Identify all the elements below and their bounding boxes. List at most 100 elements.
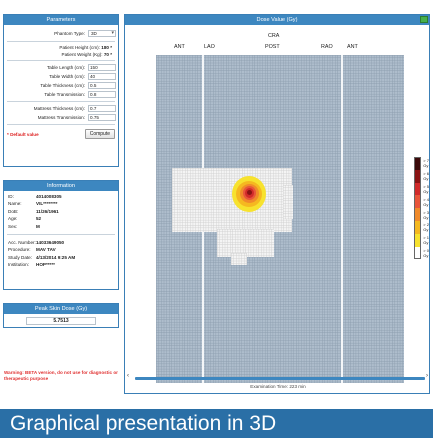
legend-label: > 1 Gy	[423, 235, 429, 246]
legend-item: > 2 Gy	[414, 220, 431, 234]
divider	[7, 234, 115, 236]
table-width-row: Table Width (cm): 40	[4, 72, 118, 81]
parameters-footer: * Default value Compute	[4, 127, 118, 142]
id-value: 4014008305	[36, 194, 62, 199]
table-length-label: Table Length (cm):	[46, 65, 85, 70]
examination-time: Examination Time: 223 min	[250, 384, 306, 389]
legend-item: > 1 Gy	[414, 233, 431, 247]
view-divider	[341, 55, 343, 383]
cra-label: CRA	[268, 33, 280, 39]
export-icon[interactable]	[420, 16, 428, 23]
legend-swatch	[414, 233, 422, 247]
age-value: 52	[36, 216, 42, 222]
view-label-rao: RAO	[321, 44, 333, 50]
table-thickness-row: Table Thickness (cm): 0.5	[4, 81, 118, 90]
patient-weight-value: 70 *	[103, 52, 112, 57]
id-label: ID:	[8, 194, 14, 199]
peak-skin-dose-value: 5.7513	[26, 317, 96, 325]
dose-map-grid[interactable]	[156, 55, 404, 383]
name-value: VIL********	[36, 201, 58, 207]
scroll-left-arrow[interactable]: ‹	[127, 373, 129, 379]
table-width-label: Table Width (cm):	[49, 74, 85, 79]
scroll-right-arrow[interactable]: ›	[426, 373, 428, 379]
legend-label: > 4 Gy	[423, 196, 429, 207]
name-label: Name:	[8, 201, 22, 207]
mattress-thickness-input[interactable]: 0.7	[88, 105, 116, 112]
mattress-transmission-label: Mattress Transmission:	[37, 115, 85, 120]
patient-height-value: 180 *	[101, 45, 112, 50]
compute-button[interactable]: Compute	[84, 129, 115, 139]
dose-map-panel: Dose Value (Gy) CRA ANT LAO POST RAO ANT…	[124, 14, 430, 394]
beta-warning: Warning: BETA version, do not use for di…	[4, 370, 118, 381]
table-transmission-input[interactable]: 0.8	[88, 91, 116, 98]
legend-swatch	[414, 195, 422, 209]
peak-skin-dose-panel: Peak Skin Dose (Gy) 5.7513	[3, 303, 119, 328]
legend-label: > 0 Gy	[423, 247, 429, 258]
acc-number-label: Acc. Number:	[8, 240, 36, 246]
parameters-title: Parameters	[4, 15, 118, 25]
patient-height: Patient Height (cm): 180 *	[4, 44, 118, 51]
legend-label: > 3 Gy	[423, 209, 429, 220]
dob-value: 11/26/1961	[36, 208, 59, 214]
legend-swatch	[414, 182, 422, 196]
procedure-value: MAV TAV	[36, 247, 56, 253]
horizontal-scrollbar[interactable]	[135, 377, 425, 380]
legend-item: > 5 Gy	[414, 182, 431, 196]
legend-swatch	[414, 157, 422, 170]
table-length-input[interactable]: 150	[88, 64, 116, 71]
legend-label: > 6 Gy	[423, 171, 429, 182]
dob-label: DoB:	[8, 208, 19, 214]
caption-banner: Graphical presentation in 3D	[0, 409, 433, 438]
table-thickness-label: Table Thickness (cm):	[40, 83, 85, 88]
legend-label: > 5 Gy	[423, 183, 429, 194]
divider	[7, 101, 115, 102]
institution-value: HOP*****	[36, 262, 55, 268]
mattress-transmission-row: Mattress Transmission: 0.75	[4, 113, 118, 122]
irradiated-area	[231, 253, 247, 265]
legend-item: > 7 Gy	[414, 157, 431, 170]
legend-label: > 2 Gy	[423, 222, 429, 233]
table-transmission-label: Table Transmission:	[44, 92, 85, 97]
sex-label: Sex:	[8, 223, 18, 229]
legend-swatch	[414, 220, 422, 234]
divider	[7, 124, 115, 125]
patient-height-label: Patient Height (cm):	[59, 45, 100, 50]
parameters-panel: Parameters Phantom Type: 3D Patient Heig…	[3, 14, 119, 167]
divider	[7, 60, 115, 61]
phantom-type-row: Phantom Type: 3D	[4, 28, 118, 39]
view-label-ant-left: ANT	[174, 44, 185, 50]
view-label-ant-right: ANT	[347, 44, 358, 50]
legend-swatch	[414, 169, 422, 183]
dose-map-title-bar: Dose Value (Gy)	[125, 15, 429, 25]
dose-map-title: Dose Value (Gy)	[256, 17, 298, 23]
table-length-row: Table Length (cm): 150	[4, 63, 118, 72]
mattress-thickness-row: Mattress Thickness (cm): 0.7	[4, 104, 118, 113]
information-title: Information	[4, 181, 118, 191]
legend-item: > 6 Gy	[414, 169, 431, 183]
phantom-type-select[interactable]: 3D	[88, 30, 116, 37]
phantom-type-label: Phantom Type:	[54, 31, 85, 36]
table-transmission-row: Table Transmission: 0.8	[4, 90, 118, 99]
peak-skin-dose-title: Peak Skin Dose (Gy)	[4, 304, 118, 314]
procedure-label: Procedure:	[8, 247, 31, 253]
institution-label: Institution:	[8, 262, 29, 268]
irradiated-area	[283, 185, 293, 219]
patient-weight-label: Patient Weight (Kg):	[61, 52, 103, 57]
legend-label: > 7 Gy	[423, 158, 429, 169]
table-width-input[interactable]: 40	[88, 73, 116, 80]
mattress-transmission-input[interactable]: 0.75	[88, 114, 116, 121]
age-label: Age:	[8, 216, 18, 222]
dose-zone-6gy	[247, 190, 252, 195]
view-label-post: POST	[265, 44, 280, 50]
study-info: Acc. Number: 14033649050 Procedure: MAV TA…	[4, 237, 118, 271]
legend-swatch	[414, 208, 422, 221]
table-thickness-input[interactable]: 0.5	[88, 82, 116, 89]
patient-info: ID: 4014008305 Name: VIL******** DoB: 11/26…	[4, 191, 118, 232]
study-date-value: 4/13/2014 9:25 AM	[36, 254, 76, 260]
sex-value: M	[36, 223, 40, 229]
default-value-note: * Default value	[7, 131, 39, 137]
acc-number-value: 14033649050	[36, 240, 65, 246]
patient-weight: Patient Weight (Kg): 70 *	[4, 51, 118, 58]
information-panel: Information ID: 4014008305 Name: VIL******…	[3, 180, 119, 290]
study-date-label: Study Date:	[8, 254, 33, 260]
